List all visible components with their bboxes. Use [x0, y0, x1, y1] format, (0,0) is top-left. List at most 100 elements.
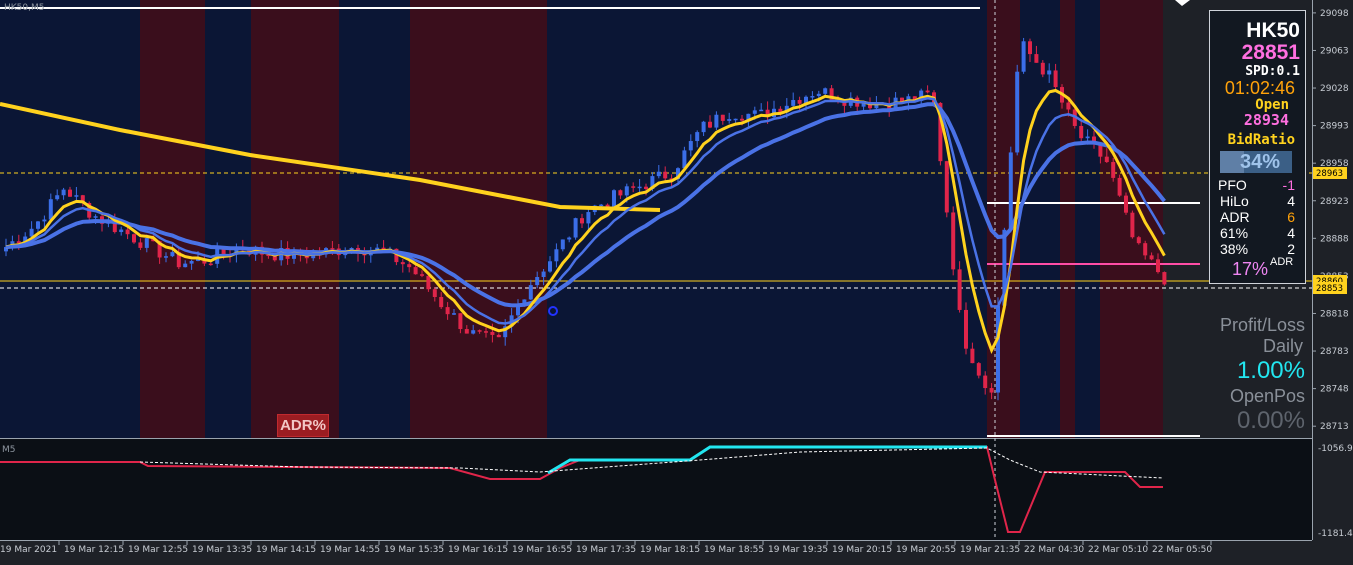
candle-body: [1124, 195, 1128, 213]
x-tick-label: 19 Mar 15:35: [384, 545, 444, 555]
session-band: [205, 0, 251, 438]
candle-body: [714, 114, 719, 128]
price-chart[interactable]: 2909829063290282899328958289232888828853…: [0, 0, 1353, 561]
candle-body: [400, 262, 405, 265]
candle-body: [1066, 102, 1071, 110]
candle-body: [132, 234, 136, 243]
candle-body: [791, 100, 796, 106]
candle-body: [624, 186, 629, 196]
stat-label-pfo: PFO: [1218, 177, 1247, 193]
candle-body: [164, 256, 168, 258]
candle-body: [407, 264, 412, 268]
y-tick-label: 28783: [1320, 347, 1349, 357]
candle-body: [55, 195, 60, 200]
candle-body: [170, 252, 175, 257]
subwindow-band: [410, 439, 547, 540]
candle-body: [471, 330, 476, 334]
candle-body: [477, 330, 482, 332]
candle-body: [74, 195, 79, 197]
candle-body: [637, 186, 642, 189]
candle-body: [119, 229, 124, 233]
candle-body: [1047, 70, 1052, 75]
stat-value-hilo: 4: [1287, 193, 1295, 209]
candle-body: [810, 96, 815, 98]
x-tick-label: 19 Mar 12:15: [64, 545, 124, 555]
timer-label: 01:02:46: [1224, 78, 1295, 98]
openpos-value: 0.00%: [1236, 407, 1305, 434]
candle-body: [1028, 41, 1032, 55]
y-tick-label: 28993: [1320, 122, 1349, 132]
x-tick-label: 19 Mar 13:35: [192, 545, 252, 555]
x-tick-label: 22 Mar 04:30: [1024, 545, 1084, 555]
subwindow-band: [1020, 439, 1060, 540]
candle-body: [560, 239, 565, 250]
x-tick-label: 22 Mar 05:10: [1088, 545, 1148, 555]
subwindow-band: [1060, 439, 1075, 540]
chart-window[interactable]: 2909829063290282899328958289232888828853…: [0, 0, 1353, 561]
candle-body: [1008, 152, 1013, 230]
candle-body: [1130, 212, 1135, 238]
subwindow-band: [1100, 439, 1163, 540]
candle-body: [1156, 259, 1160, 273]
bid-ratio-value: 34%: [1239, 151, 1280, 173]
stat-label-61: 61%: [1220, 225, 1249, 241]
candle-body: [420, 274, 424, 276]
candle-body: [759, 109, 764, 112]
candle-body: [1021, 41, 1026, 72]
candle-body: [708, 121, 712, 128]
candle-body: [426, 275, 431, 290]
price-label: 28851: [1241, 41, 1300, 64]
stat-value-adr: 6: [1287, 209, 1295, 225]
candle-body: [612, 190, 616, 207]
subwindow-band: [140, 439, 205, 540]
y-tick-label: 28923: [1320, 197, 1349, 207]
candle-body: [976, 363, 981, 376]
profit-loss-period: Daily: [1262, 336, 1303, 356]
subwindow-band: [987, 439, 1020, 540]
info-panel: HK50 28851 SPD:0.1 01:02:46 Open 28934 B…: [1209, 10, 1306, 284]
x-tick-label: 19 Mar 20:15: [832, 545, 892, 555]
candle-body: [189, 260, 194, 264]
subwindow-band: [1163, 439, 1312, 540]
y-tick-label: 28713: [1320, 422, 1349, 432]
y-tick-label: 29098: [1320, 9, 1349, 19]
y-tick-label: 29063: [1320, 46, 1349, 56]
candle-body: [740, 118, 744, 121]
candle-body: [541, 271, 546, 278]
candle-body: [490, 331, 495, 335]
session-band: [1075, 0, 1100, 438]
candle-body: [695, 132, 700, 142]
candle-body: [925, 90, 930, 93]
price-tag-label: 28963: [1316, 169, 1343, 179]
candle-body: [1079, 125, 1084, 139]
candle-body: [1136, 237, 1141, 244]
candle-body: [1104, 156, 1109, 163]
stat-label-hilo: HiLo: [1220, 193, 1249, 209]
x-tick-label: 19 Mar 16:55: [512, 545, 572, 555]
candle-body: [548, 261, 552, 272]
candle-body: [1085, 136, 1090, 139]
candle-body: [208, 263, 213, 266]
candle-body: [61, 189, 66, 196]
bid-ratio-label: BidRatio: [1227, 132, 1295, 148]
candle-body: [432, 289, 437, 298]
candle-body: [445, 307, 450, 315]
subwindow-title: M5: [2, 445, 16, 455]
adr-button[interactable]: ADR%: [277, 414, 329, 437]
subwindow-band: [0, 439, 140, 540]
x-tick-label: 19 Mar 12:55: [128, 545, 188, 555]
x-tick-label: 19 Mar 18:55: [704, 545, 764, 555]
candle-body: [125, 229, 130, 235]
candle-body: [1034, 54, 1039, 63]
candle-body: [688, 141, 693, 151]
candle-body: [823, 88, 828, 94]
candle-body: [496, 334, 501, 338]
candle-body: [1117, 177, 1122, 196]
candle-body: [29, 228, 34, 237]
candle-body: [733, 118, 738, 121]
x-tick-label: 19 Mar 2021: [0, 545, 57, 555]
stat-value-38: 2: [1287, 241, 1295, 257]
candle-body: [752, 110, 757, 114]
candle-body: [1053, 70, 1058, 88]
candle-body: [1162, 272, 1167, 285]
